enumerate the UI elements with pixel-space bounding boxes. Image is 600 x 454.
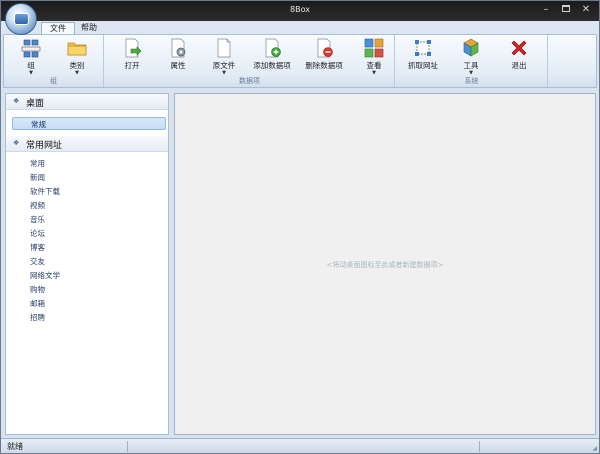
view-icon	[364, 38, 384, 58]
open-button-label: 打开	[124, 61, 140, 70]
sidebar-site-item[interactable]: 购物	[30, 284, 45, 295]
status-text: 就绪	[7, 442, 23, 451]
ribbon-group-label: 系统	[464, 77, 479, 85]
status-divider	[127, 441, 128, 452]
close-button[interactable]: ✕	[579, 4, 593, 16]
sidebar-site-item[interactable]: 论坛	[30, 228, 45, 239]
sidebar-site-item[interactable]: 常用	[30, 158, 45, 169]
ribbon: 组 ▼ 类别 ▼ 组 打开 属性 原文件 ▼ 添加数据项 删除数据项 查看 ▼ …	[3, 34, 597, 88]
maximize-button[interactable]	[559, 4, 573, 16]
source-file-icon	[217, 38, 231, 58]
view-button[interactable]: 查看 ▼	[351, 38, 397, 76]
tools-icon	[463, 38, 479, 57]
desktop-section-title: 桌面	[26, 99, 45, 109]
collapse-arrow-icon: ❖	[13, 97, 20, 105]
add-item-button-label: 添加数据项	[253, 61, 291, 70]
properties-icon	[171, 38, 186, 58]
delete-item-button-label: 删除数据项	[305, 61, 343, 70]
open-icon	[125, 38, 142, 58]
delete-item-button[interactable]: 删除数据项	[299, 38, 349, 74]
sidebar-site-item[interactable]: 交友	[30, 256, 45, 267]
app-window: 8Box – ✕ 文件 帮助 组 ▼ 类别 ▼ 组 打开 属性 原文件 ▼ 添加…	[0, 0, 600, 454]
ribbon-group-label: 组	[50, 77, 57, 85]
resize-grip-icon[interactable]: ◢	[592, 445, 597, 452]
tab-help[interactable]: 帮助	[73, 22, 105, 34]
capture-url-button[interactable]: 抓取网址	[400, 38, 446, 74]
status-divider	[479, 441, 480, 452]
sidebar-site-item[interactable]: 视频	[30, 200, 45, 211]
window-title: 8Box	[290, 5, 310, 14]
exit-icon	[511, 40, 527, 56]
group-icon	[21, 39, 41, 58]
ribbon-group-data-items: 打开 属性 原文件 ▼ 添加数据项 删除数据项 查看 ▼ 数据项	[105, 35, 395, 87]
delete-item-icon	[317, 38, 333, 58]
empty-content-hint: <将动桌面图标至此或者新建数据项>	[326, 261, 444, 269]
ribbon-group-label: 数据项	[239, 77, 260, 85]
collapse-arrow-icon: ❖	[13, 139, 20, 147]
ribbon-group-system: 抓取网址 工具 ▼ 退出 系统	[396, 35, 548, 87]
desktop-section-header[interactable]: ❖ 桌面	[6, 94, 168, 110]
maximize-icon	[562, 5, 570, 12]
app-logo-icon	[14, 13, 29, 25]
menu-tab-row: 文件 帮助	[1, 21, 599, 34]
capture-url-icon	[415, 40, 431, 56]
exit-button[interactable]: 退出	[496, 38, 542, 74]
ribbon-group-group: 组 ▼ 类别 ▼ 组	[4, 35, 104, 87]
sites-section-title: 常用网址	[26, 141, 63, 151]
properties-button[interactable]: 属性	[155, 38, 201, 74]
sidebar-site-item[interactable]: 博客	[30, 242, 45, 253]
sidebar-item-general[interactable]: 常规	[12, 117, 166, 130]
sidebar-site-item[interactable]: 音乐	[30, 214, 45, 225]
sidebar-site-item[interactable]: 软件下载	[30, 186, 60, 197]
sidebar-site-item[interactable]: 网络文学	[30, 270, 60, 281]
tab-file[interactable]: 文件	[41, 22, 75, 34]
open-button[interactable]: 打开	[109, 38, 155, 74]
sidebar: ❖ 桌面 常规 ❖ 常用网址 常用 新闻 软件下载 视频 音乐 论坛 博客 交友…	[5, 93, 169, 435]
sidebar-site-item[interactable]: 新闻	[30, 172, 45, 183]
sidebar-site-item[interactable]: 邮箱	[30, 298, 45, 309]
capture-url-button-label: 抓取网址	[408, 61, 438, 70]
sidebar-site-item[interactable]: 招聘	[30, 312, 45, 323]
title-bar: 8Box – ✕	[1, 1, 599, 21]
tools-button[interactable]: 工具 ▼	[448, 38, 494, 76]
content-area[interactable]: <将动桌面图标至此或者新建数据项>	[174, 93, 596, 435]
folder-icon	[67, 42, 87, 56]
add-item-button[interactable]: 添加数据项	[247, 38, 297, 74]
sites-section-header[interactable]: ❖ 常用网址	[6, 136, 168, 152]
minimize-button[interactable]: –	[539, 4, 553, 16]
sidebar-item-label: 常规	[31, 120, 46, 129]
category-button[interactable]: 类别 ▼	[54, 38, 100, 76]
source-file-button[interactable]: 原文件 ▼	[201, 38, 247, 76]
properties-button-label: 属性	[170, 61, 186, 70]
exit-button-label: 退出	[511, 61, 527, 70]
add-item-icon	[265, 38, 281, 58]
group-button[interactable]: 组 ▼	[8, 38, 54, 76]
app-menu-button[interactable]	[5, 3, 37, 35]
status-bar: 就绪 ◢	[1, 438, 599, 453]
